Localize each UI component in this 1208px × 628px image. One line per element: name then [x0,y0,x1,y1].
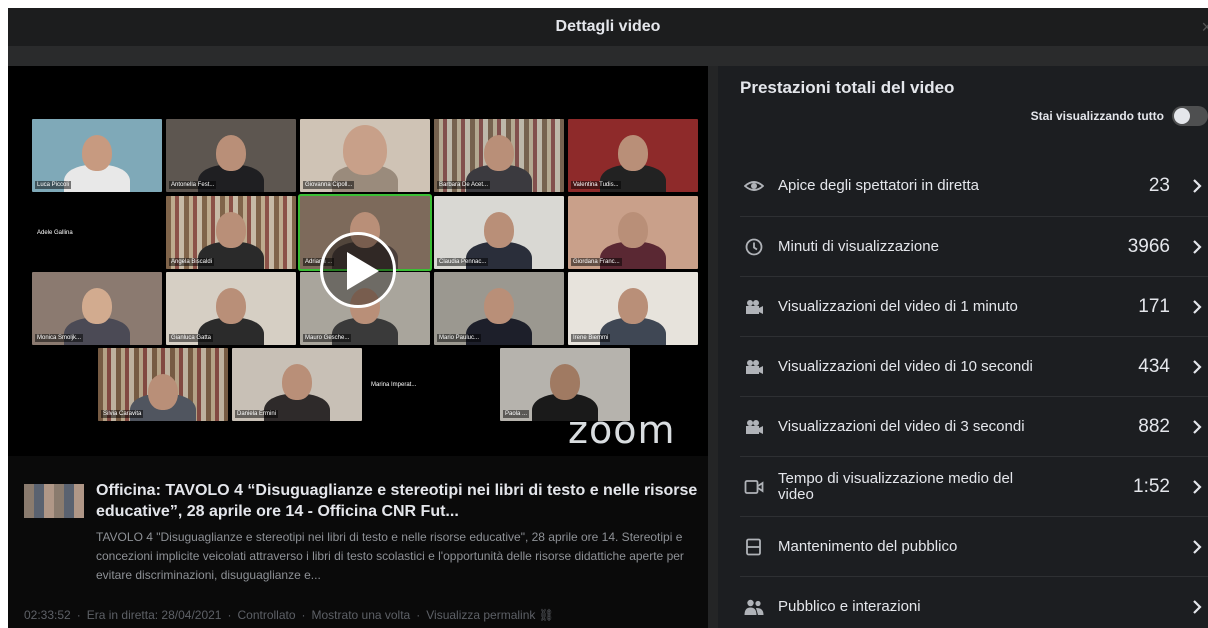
play-button[interactable] [320,232,396,308]
metric-3-second-views[interactable]: Visualizzazioni del video di 3 secondi 8… [740,396,1208,456]
metric-label: Minuti di visualizzazione [778,238,939,255]
metric-label: Tempo di visualizzazione medio del video [778,470,1014,503]
participant-tile: Monica Smoljk... [32,272,162,345]
shown-count: Mostrato una volta [311,608,411,622]
participant-tile: Valentina Tudis... [568,119,698,192]
participant-name: Silvia Caravita [101,410,144,418]
participant-name: Gianluca Gatta [169,334,214,342]
header-divider [8,46,1208,66]
chevron-right-icon [1193,240,1202,254]
participant-tile: Mario Pauluc... [434,272,564,345]
close-button[interactable]: × [1201,18,1208,36]
participant-tile: Daniela Ermini [232,348,362,421]
metrics-list: Apice degli spettatori in diretta 23 Min… [740,156,1208,628]
video-details-dialog: Dettagli video × Luca Piccoli Antonella … [8,8,1208,628]
participant-name: Monica Smoljk... [35,334,84,342]
participant-name: Valentina Tudis... [571,181,621,189]
chevron-right-icon [1193,179,1202,193]
participant-tile: Giovanna Cipoll... [300,119,430,192]
eye-icon [744,181,764,191]
participant-name: Barbara De Acet... [437,181,491,189]
participant-tile: Silvia Caravita [98,348,228,421]
video-camera-icon [746,420,763,434]
chevron-right-icon [1193,600,1202,614]
play-icon [347,252,379,290]
metric-label: Visualizzazioni del video di 10 secondi [778,358,1033,375]
participant-tile: Luca Piccoli [32,119,162,192]
participant-tile: Marina Imperat... [366,348,496,421]
metric-1-minute-views[interactable]: Visualizzazioni del video di 1 minuto 17… [740,276,1208,336]
participant-tile: Giordana Franc... [568,196,698,269]
metric-value: 171 [1138,296,1170,317]
metric-value: 3966 [1127,236,1170,257]
view-all-label: Stai visualizzando tutto [1030,109,1164,123]
video-duration: 02:33:52 [24,608,71,622]
dialog-header: Dettagli video × [8,8,1208,46]
metric-label: Visualizzazioni del video di 3 secondi [778,418,1025,435]
chevron-right-icon [1193,300,1202,314]
participant-name: Daniela Ermini [235,410,279,418]
metric-audience-interactions[interactable]: Pubblico e interazioni [740,576,1208,628]
video-info: Officina: TAVOLO 4 “Disuguaglianze e ste… [8,456,708,628]
participant-tile: Irene Biemmi [568,272,698,345]
participant-tile: Barbara De Acet... [434,119,564,192]
clock-icon [745,238,763,256]
view-all-toggle[interactable] [1172,106,1208,126]
metric-label: Apice degli spettatori in diretta [778,177,979,194]
participant-tile: Claudia Pennac... [434,196,564,269]
chevron-right-icon [1193,540,1202,554]
participant-name: Mauro Gesche... [303,334,352,342]
video-title[interactable]: Officina: TAVOLO 4 “Disuguaglianze e ste… [96,480,702,522]
performance-panel: Prestazioni totali del video Stai visual… [718,66,1208,628]
participant-name: Irene Biemmi [571,334,611,342]
video-description: TAVOLO 4 "Disuguaglianze e stereotipi ne… [96,530,684,582]
participant-name: Antonella Fest... [169,181,217,189]
participant-name: Claudia Pennac... [437,258,489,266]
video-pane: Luca Piccoli Antonella Fest... Giovanna … [8,66,708,628]
video-meta: 02:33:52 · Era in diretta: 28/04/2021 · Cont… [24,608,554,622]
live-date: Era in diretta: 28/04/2021 [86,608,222,622]
participant-name: Mario Pauluc... [437,334,482,342]
metric-10-second-views[interactable]: Visualizzazioni del video di 10 secondi … [740,336,1208,396]
status-checked: Controllato [237,608,296,622]
chevron-right-icon [1193,420,1202,434]
video-camera-icon [746,300,763,314]
chevron-right-icon [1193,360,1202,374]
participant-name: Paola ... [503,410,530,418]
participant-tile: Antonella Fest... [166,119,296,192]
participant-name: Giordana Franc... [571,258,622,266]
participant-name: Angela Biscaldi [169,258,215,266]
participant-tile: Adele Gallina [32,196,162,269]
dialog-title: Dettagli video [555,18,661,35]
performance-title: Prestazioni totali del video [740,78,955,97]
metric-value: 23 [1148,175,1170,196]
permalink-link[interactable]: Visualizza permalink ⛓ [426,608,554,622]
metric-label: Mantenimento del pubblico [778,538,958,555]
metric-label: Pubblico e interazioni [778,598,921,615]
chevron-right-icon [1193,480,1202,494]
metric-average-watch-time[interactable]: Tempo di visualizzazione medio del video… [740,456,1208,516]
video-icon [744,480,764,494]
retention-icon [746,538,761,556]
zoom-logo: zoom [568,408,676,452]
view-all-toggle-row: Stai visualizzando tutto [1031,106,1208,126]
metric-value: 882 [1138,416,1170,437]
participant-name: Luca Piccoli [35,181,72,189]
participant-name: Marina Imperat... [371,381,417,388]
participant-name: Adele Gallina [37,229,73,236]
participant-tile: Gianluca Gatta [166,272,296,345]
metric-label: Visualizzazioni del video di 1 minuto [778,298,1018,315]
video-camera-icon [746,360,763,374]
participant-name: Giovanna Cipoll... [303,181,355,189]
metric-value: 434 [1138,356,1170,377]
metric-peak-live-viewers[interactable]: Apice degli spettatori in diretta 23 [740,156,1208,216]
video-thumbnail [24,484,84,518]
participant-tile: Angela Biscaldi [166,196,296,269]
metric-value: 1:52 [1133,476,1170,497]
metric-audience-retention[interactable]: Mantenimento del pubblico [740,516,1208,576]
metric-minutes-viewed[interactable]: Minuti di visualizzazione 3966 [740,216,1208,276]
video-player[interactable]: Luca Piccoli Antonella Fest... Giovanna … [8,66,708,456]
people-icon [744,599,764,615]
